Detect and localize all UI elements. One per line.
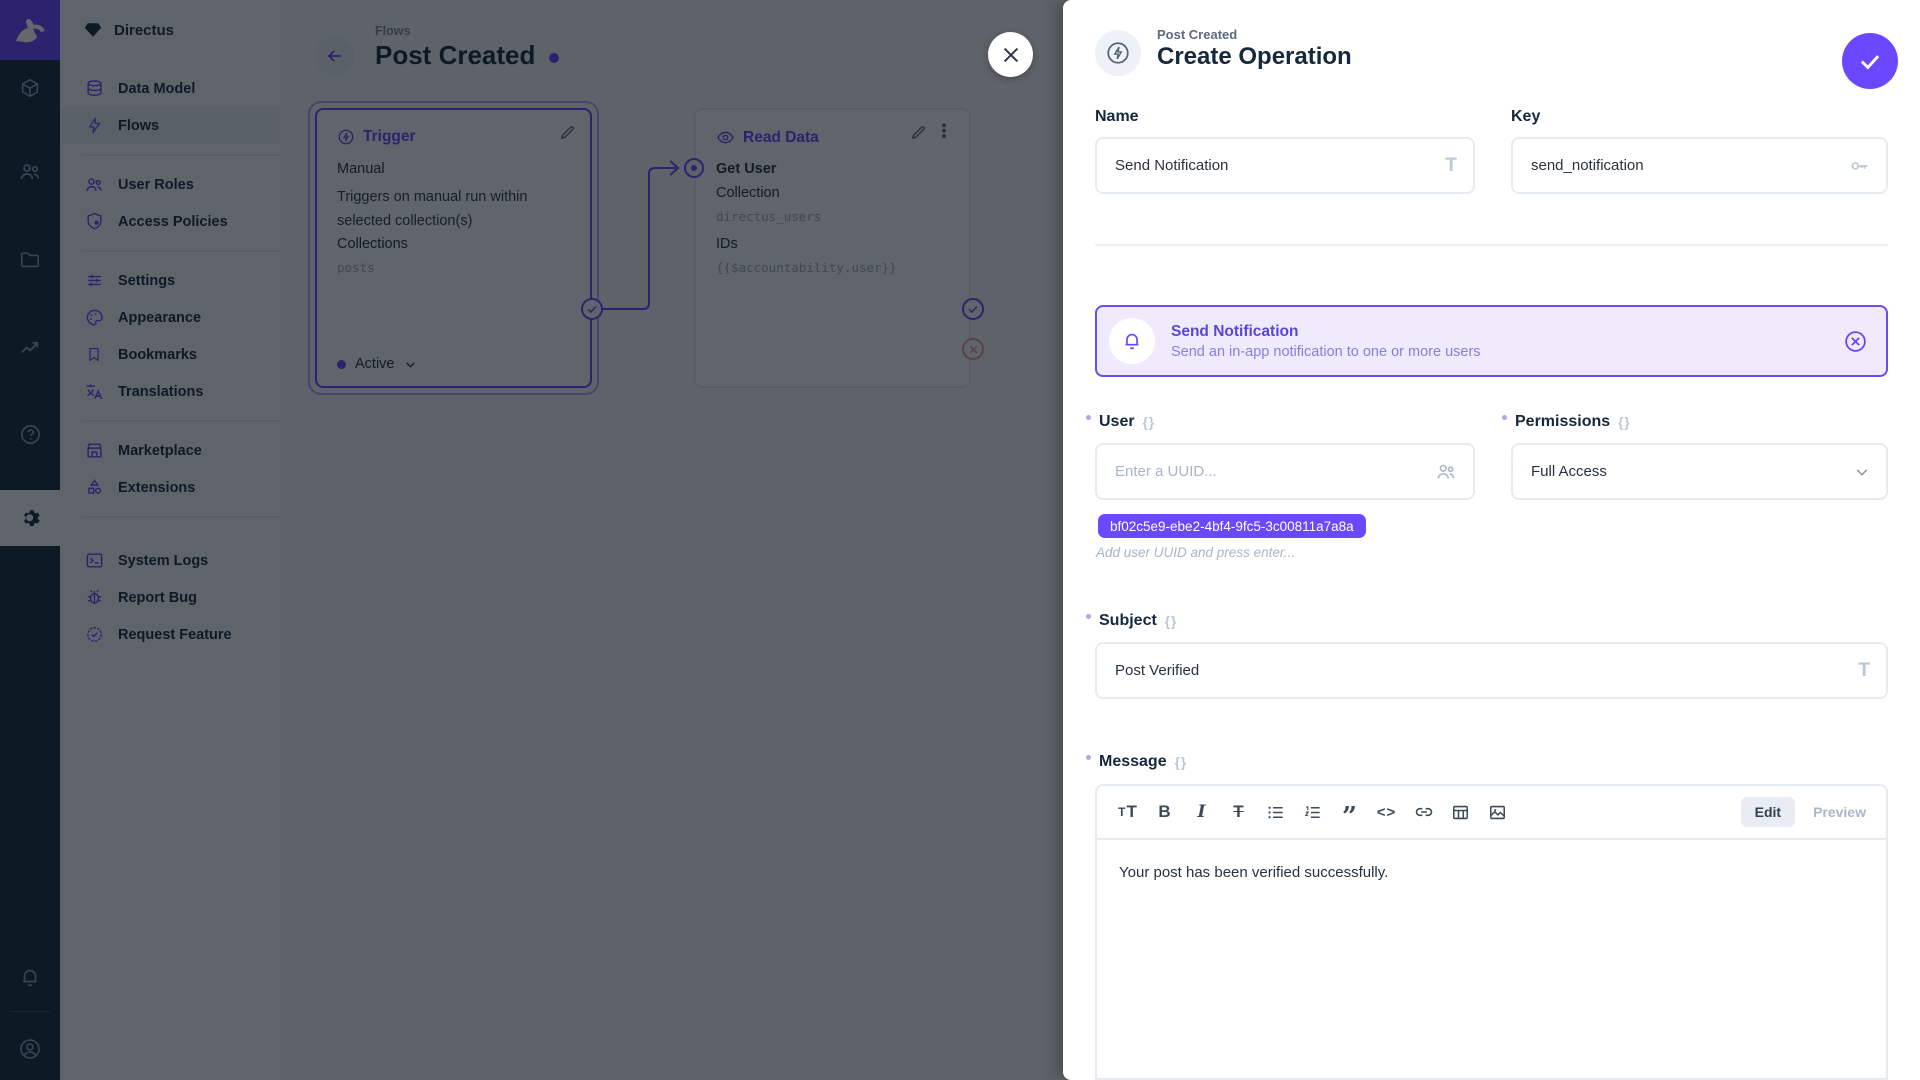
key-label: Key <box>1511 108 1540 126</box>
italic-icon[interactable]: I <box>1183 794 1220 830</box>
drawer-title: Create Operation <box>1157 43 1352 71</box>
user-hint: Add user UUID and press enter... <box>1096 545 1295 560</box>
close-icon <box>1000 44 1022 66</box>
directus-app: Directus Data Model Flows User Roles Acc… <box>0 0 1920 1080</box>
banner-text: Send Notification Send an in-app notific… <box>1171 323 1827 360</box>
strikethrough-icon[interactable]: T <box>1220 794 1257 830</box>
user-uuid-input[interactable] <box>1113 462 1435 481</box>
table-icon[interactable] <box>1442 794 1479 830</box>
subject-field[interactable]: T <box>1095 642 1888 699</box>
message-editor: TT B I T ” <> <box>1095 784 1888 1080</box>
image-icon[interactable] <box>1479 794 1516 830</box>
key-icon <box>1848 155 1870 177</box>
bold-icon[interactable]: B <box>1146 794 1183 830</box>
preview-tab[interactable]: Preview <box>1803 797 1876 827</box>
save-button[interactable] <box>1842 33 1898 89</box>
drawer-breadcrumb[interactable]: Post Created <box>1157 27 1237 42</box>
key-input[interactable] <box>1529 156 1848 175</box>
subject-label: Subject {} <box>1095 612 1177 630</box>
numbered-list-icon[interactable] <box>1294 794 1331 830</box>
user-label: User {} <box>1095 413 1155 431</box>
required-dot <box>1086 614 1091 619</box>
name-field[interactable]: T <box>1095 137 1475 194</box>
check-icon <box>1857 48 1883 74</box>
interpolation-braces-icon[interactable]: {} <box>1165 614 1178 629</box>
user-field[interactable] <box>1095 443 1475 500</box>
users-icon <box>1435 461 1457 483</box>
interpolation-braces-icon[interactable]: {} <box>1175 755 1188 770</box>
permissions-label: Permissions {} <box>1511 413 1631 431</box>
key-field[interactable] <box>1511 137 1888 194</box>
remove-operation-type-icon[interactable] <box>1843 329 1868 354</box>
heading-icon[interactable]: TT <box>1109 794 1146 830</box>
link-icon[interactable] <box>1405 794 1442 830</box>
notification-bell-icon <box>1109 318 1155 364</box>
bullet-list-icon[interactable] <box>1257 794 1294 830</box>
interpolation-braces-icon[interactable]: {} <box>1618 415 1631 430</box>
name-input[interactable] <box>1113 156 1445 175</box>
banner-description: Send an in-app notification to one or mo… <box>1171 344 1827 360</box>
message-label: Message {} <box>1095 753 1187 771</box>
edit-tab[interactable]: Edit <box>1741 797 1795 827</box>
blockquote-icon[interactable]: ” <box>1331 794 1368 830</box>
create-operation-drawer: Post Created Create Operation Name T Key <box>1063 0 1920 1080</box>
user-uuid-chip[interactable]: bf02c5e9-ebe2-4bf4-9fc5-3c00811a7a8a <box>1098 514 1366 538</box>
permissions-select[interactable] <box>1511 443 1888 500</box>
interpolation-braces-icon[interactable]: {} <box>1143 415 1156 430</box>
name-label: Name <box>1095 108 1139 126</box>
subject-input[interactable] <box>1113 661 1858 680</box>
required-dot <box>1086 415 1091 420</box>
chevron-down-icon <box>1854 464 1870 480</box>
section-divider <box>1095 244 1888 246</box>
close-drawer-button[interactable] <box>988 32 1033 77</box>
type-text-icon: T <box>1445 155 1457 177</box>
banner-title: Send Notification <box>1171 323 1827 341</box>
type-text-icon: T <box>1858 660 1870 682</box>
operation-type-banner[interactable]: Send Notification Send an in-app notific… <box>1095 305 1888 377</box>
operation-bolt-icon <box>1095 30 1141 76</box>
message-content[interactable]: Your post has been verified successfully… <box>1097 840 1886 905</box>
required-dot <box>1502 415 1507 420</box>
code-icon[interactable]: <> <box>1368 794 1405 830</box>
permissions-value[interactable] <box>1529 462 1854 481</box>
required-dot <box>1086 755 1091 760</box>
markdown-toolbar: TT B I T ” <> <box>1097 786 1886 840</box>
